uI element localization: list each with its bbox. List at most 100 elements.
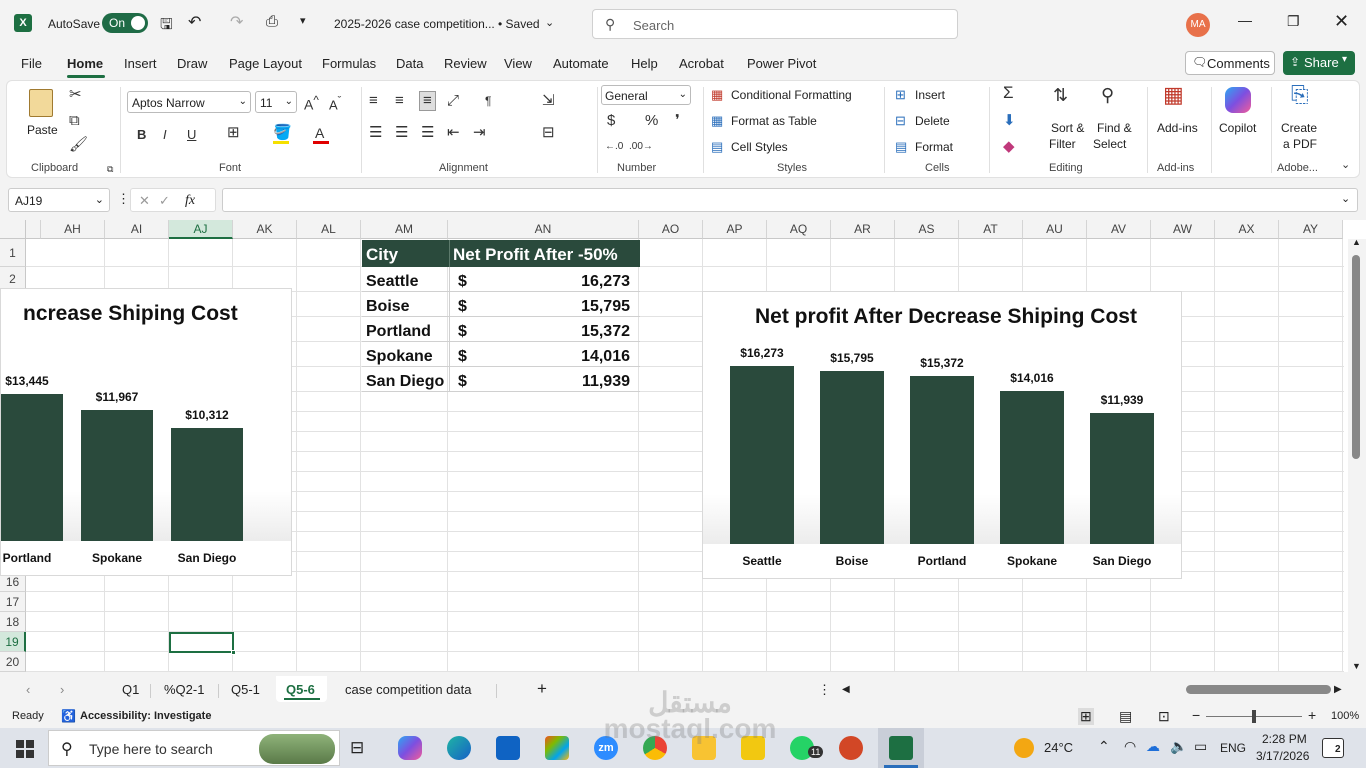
borders-icon[interactable]: ⊞ — [227, 125, 240, 141]
format-table-icon[interactable]: ▦ — [711, 113, 723, 129]
align-right-icon[interactable]: ☰ — [421, 125, 434, 141]
column-header[interactable]: AX — [1215, 220, 1279, 239]
column-header[interactable]: AT — [959, 220, 1023, 239]
select-all-corner[interactable] — [0, 220, 26, 239]
create-pdf-line1[interactable]: Create — [1281, 121, 1317, 135]
comments-button[interactable]: 🗨 Comments — [1185, 51, 1275, 75]
clock-time[interactable]: 2:28 PM — [1262, 732, 1307, 746]
menu-automate[interactable]: Automate — [553, 56, 609, 71]
page-layout-view-icon[interactable]: ▤ — [1119, 708, 1132, 725]
tab-scroll-left-icon[interactable]: ‹ — [26, 682, 30, 697]
chrome-icon[interactable] — [643, 736, 667, 760]
chart-bar[interactable] — [910, 375, 974, 544]
copilot-button[interactable]: Copilot — [1219, 121, 1256, 135]
column-header[interactable]: AS — [895, 220, 959, 239]
spreadsheet-grid[interactable]: AHAIAJAKALAMANAOAPAQARASATAUAVAWAXAY 123… — [0, 220, 1366, 672]
tab-q2-1[interactable]: %Q2-1 — [164, 682, 204, 697]
chart-bar[interactable] — [171, 428, 243, 541]
format-cells-button[interactable]: Format — [915, 140, 953, 154]
wrap-text-icon[interactable]: ⇲ — [542, 93, 555, 109]
menu-power-pivot[interactable]: Power Pivot — [747, 56, 816, 71]
row-header[interactable]: 20 — [0, 652, 26, 672]
menu-help[interactable]: Help — [631, 56, 658, 71]
format-painter-icon[interactable]: 🖌 — [69, 137, 88, 153]
close-icon[interactable]: ✕ — [1334, 11, 1349, 32]
column-header[interactable]: AV — [1087, 220, 1151, 239]
power-bi-icon[interactable] — [741, 736, 765, 760]
sort-filter-line1[interactable]: Sort & — [1051, 121, 1084, 135]
chart-left[interactable]: ncrease Shiping Cost $13,445 Portland $11,… — [0, 288, 292, 576]
weather-temp[interactable]: 24°C — [1044, 740, 1073, 755]
column-header[interactable]: AU — [1023, 220, 1087, 239]
column-header[interactable]: AQ — [767, 220, 831, 239]
saved-status[interactable]: • Saved — [498, 17, 540, 31]
sort-filter-icon[interactable]: ⇅ — [1053, 86, 1068, 104]
increase-indent-icon[interactable]: ⇥ — [473, 125, 486, 141]
column-header[interactable]: AJ — [169, 220, 233, 239]
column-header[interactable]: AR — [831, 220, 895, 239]
column-header[interactable]: AI — [105, 220, 169, 239]
more-icon[interactable]: ⋮ — [818, 682, 831, 698]
more-icon[interactable]: ⋮ — [117, 191, 130, 207]
column-header[interactable]: AL — [297, 220, 361, 239]
bold-button[interactable]: B — [137, 127, 146, 143]
column-header[interactable]: AH — [41, 220, 105, 239]
column-header-partial[interactable] — [26, 220, 41, 239]
formula-input[interactable] — [222, 188, 1358, 212]
selected-cell[interactable] — [169, 632, 234, 653]
underline-button[interactable]: U — [187, 127, 196, 143]
enter-icon[interactable]: ✓ — [159, 193, 170, 209]
addins-icon[interactable]: ▦ — [1163, 84, 1184, 106]
menu-home[interactable]: Home — [67, 56, 103, 71]
column-header[interactable]: AM — [361, 220, 448, 239]
conditional-formatting-icon[interactable]: ▦ — [711, 87, 723, 103]
tab-scroll-right-icon[interactable]: › — [60, 682, 64, 697]
fill-handle[interactable] — [231, 650, 236, 655]
store-icon[interactable] — [545, 736, 569, 760]
menu-view[interactable]: View — [504, 56, 532, 71]
tab-q5-6[interactable]: Q5-6 — [286, 682, 315, 697]
edge-icon[interactable] — [447, 736, 471, 760]
restore-icon[interactable]: ❐ — [1287, 13, 1300, 30]
save-icon[interactable]: 🖫 — [160, 14, 173, 39]
zoom-slider-thumb[interactable] — [1252, 710, 1256, 723]
font-size-select[interactable]: 11 ⌄ — [255, 91, 297, 113]
cut-icon[interactable]: ✂ — [69, 87, 82, 103]
tab-q5-1[interactable]: Q5-1 — [231, 682, 260, 697]
row-header[interactable]: 18 — [0, 612, 26, 632]
table-cell-value[interactable]: 16,273 — [530, 273, 630, 291]
menu-review[interactable]: Review — [444, 56, 487, 71]
increase-font-icon[interactable]: A^ — [304, 93, 319, 113]
vertical-scrollbar[interactable]: ▲ ▼ — [1348, 237, 1366, 672]
copy-icon[interactable]: ⧉ — [69, 113, 80, 129]
table-cell-value[interactable]: 15,795 — [530, 298, 630, 316]
avatar[interactable]: MA — [1186, 13, 1210, 37]
chart-bar[interactable] — [820, 371, 884, 544]
redo-icon[interactable]: ↷ — [230, 12, 243, 32]
collapse-ribbon-icon[interactable]: ⌄ — [1341, 157, 1350, 173]
battery-icon[interactable]: ▭ — [1194, 738, 1207, 755]
menu-file[interactable]: File — [21, 56, 42, 71]
merge-center-icon[interactable]: ⊟ — [542, 125, 555, 141]
zoom-in-icon[interactable]: + — [1308, 707, 1316, 723]
cell-styles-button[interactable]: Cell Styles — [731, 140, 788, 154]
find-select-line1[interactable]: Find & — [1097, 121, 1132, 135]
table-cell-value[interactable]: 15,372 — [530, 323, 630, 341]
delete-cells-icon[interactable]: ⊟ — [895, 113, 906, 129]
chart-right[interactable]: Net profit After Decrease Shiping Cost $… — [702, 291, 1182, 579]
delete-cells-button[interactable]: Delete — [915, 114, 950, 128]
comma-icon[interactable]: ❜ — [675, 113, 680, 129]
italic-button[interactable]: I — [163, 127, 167, 143]
insert-cells-icon[interactable]: ⊞ — [895, 87, 906, 103]
scroll-up-icon[interactable]: ▲ — [1352, 237, 1361, 247]
create-pdf-icon[interactable]: ⎘ — [1291, 84, 1309, 106]
align-top-icon[interactable]: ≡ — [369, 93, 378, 109]
menu-data[interactable]: Data — [396, 56, 423, 71]
table-cell-currency[interactable]: $ — [458, 348, 467, 366]
dialog-launcher-icon[interactable]: ⧉ — [107, 161, 113, 177]
menu-insert[interactable]: Insert — [124, 56, 157, 71]
paste-button[interactable]: Paste — [23, 87, 59, 147]
tab-case-competition-data[interactable]: case competition data — [345, 682, 471, 697]
cancel-icon[interactable]: ✕ — [139, 193, 150, 209]
create-pdf-line2[interactable]: a PDF — [1283, 137, 1317, 151]
